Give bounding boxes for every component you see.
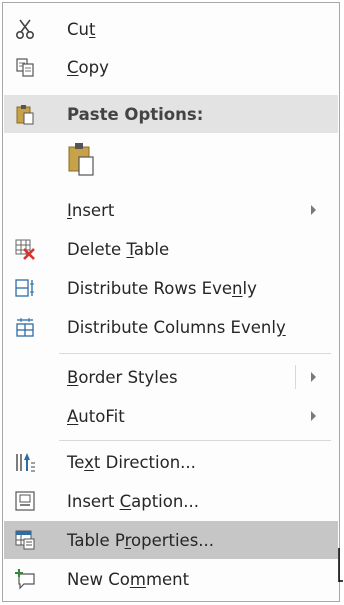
menu-separator [59,353,331,354]
menu-item-border-styles[interactable]: Border Styles [4,358,338,396]
menu-item-new-comment[interactable]: New Comment [4,560,338,598]
submenu-arrow-icon [311,205,316,215]
paste-option-keep-formatting-icon[interactable] [66,141,98,177]
menu-item-label: Cut [67,19,96,39]
table-properties-icon [14,529,36,551]
menu-item-label: Insert Caption... [67,491,200,511]
insert-caption-icon [14,490,36,512]
menu-item-insert-caption[interactable]: Insert Caption... [4,482,338,520]
menu-item-text-direction[interactable]: Text Direction... [4,443,338,481]
paste-options-row [4,135,338,183]
menu-item-label: Paste Options: [67,104,204,124]
menu-item-label: Copy [67,57,109,77]
menu-item-label: Distribute Columns Evenly [67,317,286,337]
clipboard-icon [14,103,36,125]
text-direction-icon [14,451,36,473]
menu-item-label: Delete Table [67,239,170,259]
distribute-columns-icon [14,316,36,338]
submenu-arrow-icon [311,411,316,421]
menu-item-distribute-rows[interactable]: Distribute Rows Evenly [4,269,338,307]
mouse-cursor-icon [338,548,344,586]
menu-item-autofit[interactable]: AutoFit [4,397,338,435]
menu-separator [59,440,331,441]
submenu-arrow-icon[interactable] [311,372,316,382]
menu-item-label: New Comment [67,569,190,589]
split-separator [295,365,296,389]
menu-item-copy[interactable]: Copy [4,48,338,86]
menu-item-cut[interactable]: Cut [4,10,338,48]
menu-item-table-properties[interactable]: Table Properties... [4,521,338,559]
menu-item-label: AutoFit [67,406,125,426]
new-comment-icon [14,568,36,590]
menu-item-label: Table Properties... [67,530,215,550]
menu-item-label: Text Direction... [67,452,196,472]
menu-item-insert[interactable]: Insert [4,191,338,229]
menu-item-label: Distribute Rows Evenly [67,278,257,298]
paste-options-header: Paste Options: [4,95,338,133]
copy-icon [14,56,36,78]
menu-item-distribute-columns[interactable]: Distribute Columns Evenly [4,308,338,346]
context-menu: Cut Copy Paste Options: Insert Delete Ta… [2,2,340,602]
scissors-icon [14,18,36,40]
distribute-rows-icon [14,277,36,299]
menu-item-label: Insert [67,200,115,220]
delete-table-icon [14,238,36,260]
menu-item-delete-table[interactable]: Delete Table [4,230,338,268]
menu-item-label: Border Styles [67,367,178,387]
